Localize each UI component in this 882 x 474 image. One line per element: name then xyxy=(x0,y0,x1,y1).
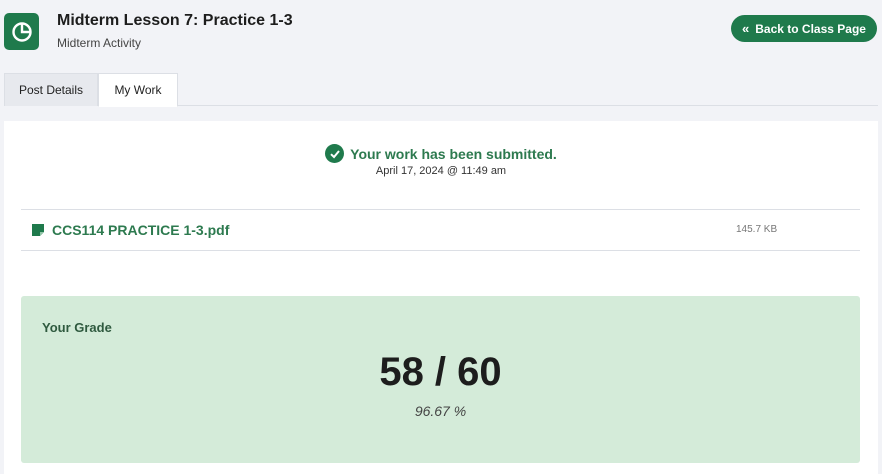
attachment-size: 145.7 KB xyxy=(736,224,778,235)
file-icon xyxy=(32,224,44,236)
my-work-panel: Your work has been submitted. April 17, … xyxy=(4,121,878,474)
pie-chart-icon xyxy=(4,13,39,50)
submission-status: Your work has been submitted. April 17, … xyxy=(4,144,878,177)
submission-status-text: Your work has been submitted. xyxy=(350,145,557,162)
tab-my-work[interactable]: My Work xyxy=(98,73,178,107)
back-to-class-button[interactable]: « Back to Class Page xyxy=(731,15,877,42)
attachment-link[interactable]: CCS114 PRACTICE 1-3.pdf xyxy=(52,222,229,238)
grade-percent: 96.67 % xyxy=(414,403,467,419)
grade-score: 58 / 60 xyxy=(379,350,502,394)
page-title: Midterm Lesson 7: Practice 1-3 xyxy=(57,12,293,29)
grade-panel: Your Grade 58 / 60 96.67 % xyxy=(21,296,860,463)
grade-label: Your Grade xyxy=(42,320,112,335)
page-header: Midterm Lesson 7: Practice 1-3 Midterm A… xyxy=(0,0,882,70)
page-subtitle: Midterm Activity xyxy=(57,36,142,50)
tab-label: My Work xyxy=(114,83,162,97)
tab-post-details[interactable]: Post Details xyxy=(4,73,98,106)
double-chevron-left-icon: « xyxy=(742,21,749,36)
check-circle-icon xyxy=(325,144,345,163)
tab-label: Post Details xyxy=(18,83,84,97)
attachment-row: CCS114 PRACTICE 1-3.pdf 145.7 KB xyxy=(21,209,860,251)
submission-date: April 17, 2024 @ 11:49 am xyxy=(375,165,507,177)
back-button-label: Back to Class Page xyxy=(755,21,866,36)
tab-bar: Post Details My Work xyxy=(4,73,878,107)
